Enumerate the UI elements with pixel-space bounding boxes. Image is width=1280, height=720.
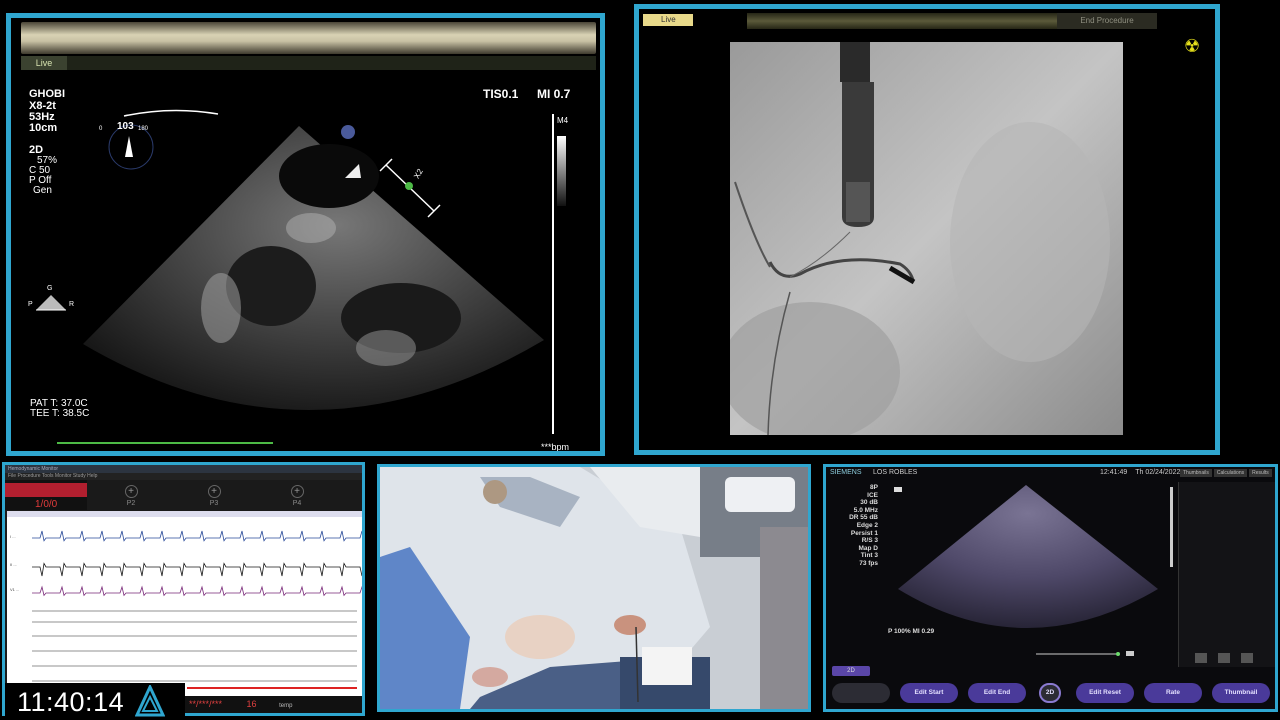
tee-ultrasound-image — [36, 109, 544, 411]
tee-ecg-trace — [57, 442, 273, 444]
add-icon: + — [207, 485, 221, 498]
tee-angle: 103 — [117, 121, 134, 132]
fluoroscopy-image — [730, 42, 1123, 435]
tee-echo-panel: Live GHOBI X8-2t 53Hz 10cm 2D 57% C 50 P… — [6, 13, 605, 456]
pressure-channel-p3[interactable]: + P3 — [201, 485, 227, 507]
tee-map-label: M4 — [557, 116, 569, 125]
ecg-waveforms: I ... II ... V1 ... — [7, 511, 362, 696]
radiation-icon: ☢ — [1184, 36, 1201, 56]
ice-ultrasound-panel: SIEMENS LOS ROBLES 12:41:49 Th 02/24/202… — [823, 464, 1278, 712]
ice-blank-button[interactable] — [832, 683, 890, 703]
tee-heart-rate: ***bpm — [541, 442, 570, 452]
tee-depth-marker — [546, 114, 554, 434]
pressure-channel-label: P3 — [209, 500, 219, 507]
rate-button[interactable]: Rate — [1144, 683, 1202, 703]
room-camera-panel — [377, 464, 811, 712]
nibp-value: 1/0/0 — [35, 499, 58, 510]
fluoro-live-tab[interactable]: Live — [643, 14, 693, 26]
tee-gen: Gen — [33, 185, 52, 196]
procedure-room-camera-image — [380, 467, 808, 709]
tee-depth: 10cm — [29, 122, 58, 134]
fluoro-title-bar — [747, 13, 1057, 29]
thumbnail-icon[interactable] — [1218, 653, 1230, 663]
tee-mi: MI 0.7 — [537, 87, 571, 101]
procedure-clock: 11:40:14 — [5, 683, 185, 720]
monitor-status-bar: **/***/*** 16 temp — [185, 696, 362, 713]
ice-mode-tab[interactable]: 2D — [832, 666, 870, 676]
fluoroscopy-panel: Live End Procedure ☢ — [634, 4, 1220, 455]
tee-patient-name: GHOBI — [29, 88, 66, 100]
thumbnail-camera-icon[interactable] — [1195, 653, 1207, 663]
add-icon: + — [290, 485, 304, 498]
edit-end-button[interactable]: Edit End — [968, 683, 1026, 703]
tee-orient-r: R — [69, 301, 75, 308]
tee-angle-min: 0 — [99, 126, 103, 132]
pressure-channel-p2[interactable]: + P2 — [118, 485, 144, 507]
thumbnail-icon[interactable] — [1241, 653, 1253, 663]
ice-power-mi: P 100% MI 0.29 — [888, 628, 935, 635]
ice-thumbnail-panel — [1178, 482, 1275, 667]
thumbnail-button[interactable]: Thumbnail — [1212, 683, 1270, 703]
lead-label: II ... — [10, 562, 17, 567]
tee-tis: TIS0.1 — [483, 87, 519, 101]
lead-label: I ... — [10, 534, 16, 539]
pressure-channel-label: P2 — [126, 500, 136, 507]
brand-logo-icon — [135, 685, 165, 717]
monitor-count: 16 — [246, 699, 257, 709]
tee-probe-temp: TEE T: 38.5C — [30, 408, 90, 419]
monitor-menu-bar[interactable]: File Procedure Tools Monitor Study Help — [5, 473, 362, 480]
edit-reset-button[interactable]: Edit Reset — [1076, 683, 1134, 703]
nibp-alarm — [5, 483, 87, 497]
mode-2d-button[interactable]: 2D — [1039, 683, 1061, 703]
tee-orient-p: P — [28, 301, 33, 308]
ice-button-row: Edit Start Edit End 2D Edit Reset Rate T… — [832, 683, 1272, 705]
end-procedure-button[interactable]: End Procedure — [1057, 13, 1157, 29]
tee-orient-g: G — [47, 285, 53, 292]
pressure-channel-p4[interactable]: + P4 — [284, 485, 310, 507]
add-icon: + — [124, 485, 138, 498]
tee-grayscale-bar — [557, 136, 566, 206]
pressure-channel-label: P4 — [292, 500, 302, 507]
edit-start-button[interactable]: Edit Start — [900, 683, 958, 703]
monitor-pressure-readout: **/***/*** — [189, 699, 223, 709]
lead-label: V1 ... — [10, 587, 19, 592]
nibp-box: 1/0/0 — [5, 480, 87, 510]
monitor-temp-label: temp — [279, 703, 293, 709]
monitor-title-bar: Hemodynamic Monitor — [5, 465, 362, 473]
hemodynamic-monitor-panel: Hemodynamic Monitor File Procedure Tools… — [2, 462, 365, 716]
clock-time: 11:40:14 — [17, 687, 125, 717]
tee-angle-max: 180 — [138, 126, 149, 132]
